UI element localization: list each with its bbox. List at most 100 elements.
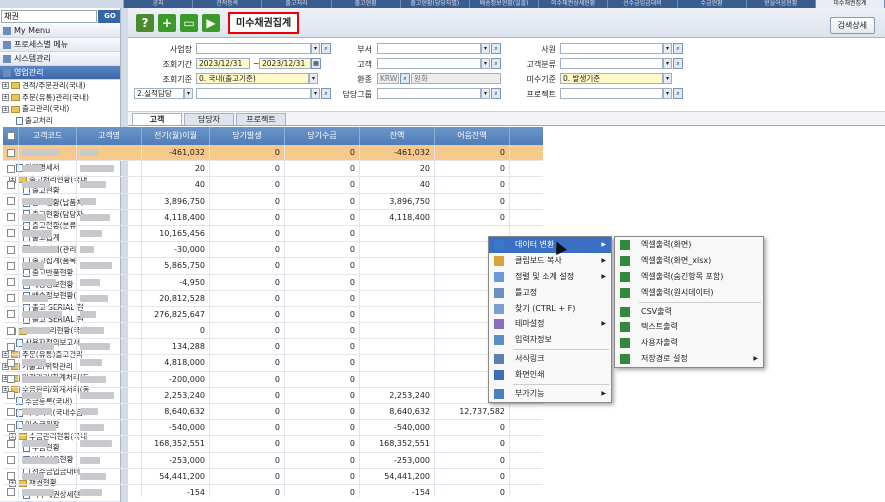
search-go-button[interactable]: GO (98, 9, 122, 23)
row-checkbox-cell[interactable] (3, 225, 19, 242)
tree-node[interactable]: ± 견적/주문관리(국내) (0, 80, 123, 92)
checkbox[interactable] (6, 245, 15, 254)
checkbox[interactable] (6, 213, 15, 222)
customer-name-cell[interactable] (77, 290, 142, 306)
grid-cell[interactable]: 12,737,582 (435, 404, 510, 420)
submenu-item[interactable]: 엑셀출력(화면_xlsx) (615, 253, 763, 269)
currency-code-input[interactable]: KRW (377, 73, 399, 84)
context-menu-item[interactable]: 테마설정 ▶ (489, 316, 611, 332)
checkbox[interactable] (6, 131, 15, 140)
grid-cell[interactable] (360, 323, 435, 339)
grid-cell[interactable]: -200,000 (142, 371, 210, 387)
grid-cell[interactable]: 0 (285, 306, 360, 323)
customer-code-cell[interactable] (19, 484, 77, 497)
table-row[interactable]: 168,352,551 0 0 168,352,551 0 (3, 436, 543, 453)
column-header[interactable]: 당기발생 (210, 127, 285, 145)
customer-code-cell[interactable] (19, 161, 77, 177)
table-row[interactable]: 134,288 0 0 (3, 339, 543, 356)
grid-cell[interactable]: 0 (210, 161, 285, 177)
customer-name-cell[interactable] (77, 161, 142, 177)
row-checkbox-cell[interactable] (3, 161, 19, 177)
grid-cell[interactable]: 8,640,632 (360, 404, 435, 420)
checkbox[interactable] (6, 326, 15, 335)
row-checkbox-cell[interactable] (3, 145, 19, 161)
grid-cell[interactable]: -253,000 (142, 452, 210, 468)
table-row[interactable]: -540,000 0 0 -540,000 0 (3, 420, 543, 437)
grid-cell[interactable]: 0 (285, 436, 360, 452)
menu-search-input[interactable] (1, 9, 97, 23)
sidebar-menu-1[interactable]: 프로세스별 메뉴 (0, 38, 123, 52)
grid-cell[interactable]: 0 (435, 452, 510, 468)
checkbox[interactable] (6, 456, 15, 465)
column-header[interactable]: 잔액 (360, 127, 435, 145)
table-row[interactable]: 10,165,456 0 0 (3, 225, 543, 243)
column-header[interactable]: 전기(월)이월 (142, 127, 210, 145)
customer-code-cell[interactable] (19, 177, 77, 193)
sidebar-menu-2[interactable]: 시스템관리 (0, 52, 123, 66)
currency-lookup-icon[interactable]: ⌕ (400, 73, 410, 84)
row-checkbox-cell[interactable] (3, 274, 19, 290)
customer-name-cell[interactable] (77, 404, 142, 420)
customer-name-cell[interactable] (77, 306, 142, 323)
grid-cell[interactable]: 0 (285, 145, 360, 161)
customer-name-cell[interactable] (77, 371, 142, 387)
checkbox[interactable] (6, 278, 15, 286)
grid-cell[interactable]: 0 (210, 177, 285, 193)
grid-cell[interactable] (360, 290, 435, 306)
tree-node[interactable]: ± 출고관리(국내) (0, 103, 123, 115)
tree-node[interactable]: 출고처리 (0, 115, 123, 127)
employee-dropdown[interactable]: ▾ (663, 43, 672, 54)
grid-cell[interactable] (360, 225, 435, 242)
grid-cell[interactable]: 0 (285, 225, 360, 242)
date-from-input[interactable]: 2023/12/31 (196, 58, 250, 69)
row-checkbox-cell[interactable] (3, 323, 19, 339)
table-row[interactable]: -4,950 0 0 (3, 274, 543, 291)
customer-class-input[interactable] (560, 58, 663, 69)
grid-cell[interactable]: 0 (210, 387, 285, 403)
checkbox[interactable] (6, 294, 15, 303)
receivable-basis-select[interactable]: 0. 발생기준 (560, 73, 663, 84)
tab-project[interactable]: 프로젝트 (236, 113, 286, 125)
grid-cell[interactable]: 0 (435, 145, 510, 161)
customer-name-cell[interactable] (77, 225, 142, 242)
customer-code-cell[interactable] (19, 436, 77, 452)
customer-code-cell[interactable] (19, 258, 77, 274)
window-tab[interactable]: 출고처리 (262, 0, 332, 8)
project-lookup-icon[interactable]: ⌕ (673, 88, 683, 99)
grid-cell[interactable]: 0 (210, 242, 285, 258)
grid-cell[interactable]: 0 (285, 371, 360, 387)
dept-input[interactable] (377, 43, 481, 54)
grid-cell[interactable]: 276,825,647 (142, 306, 210, 323)
grid-cell[interactable]: 0 (435, 161, 510, 177)
customer-code-cell[interactable] (19, 452, 77, 468)
row-checkbox-cell[interactable] (3, 306, 19, 323)
context-menu-item[interactable]: 클립보드 복사 ▶ (489, 253, 611, 269)
checkbox[interactable] (6, 164, 15, 173)
window-icon[interactable]: ▭ (180, 13, 198, 32)
context-menu-item[interactable]: 서식링크 (489, 351, 611, 367)
column-header[interactable]: 당기수금 (285, 127, 360, 145)
grid-cell[interactable]: 0 (210, 339, 285, 355)
grid-cell[interactable]: 8,640,632 (142, 404, 210, 420)
context-menu-item[interactable]: 부가기능 ▶ (489, 386, 611, 402)
grid-cell[interactable]: 54,441,200 (360, 468, 435, 484)
grid-cell[interactable]: 3,896,750 (360, 193, 435, 209)
grid-cell[interactable]: 0 (210, 225, 285, 242)
window-tab[interactable]: 배송정보현황(일괄) (470, 0, 540, 8)
grid-cell[interactable]: 0 (210, 484, 285, 497)
table-row[interactable]: 276,825,647 0 0 (3, 306, 543, 324)
checkbox[interactable] (6, 358, 15, 367)
customer-name-cell[interactable] (77, 436, 142, 452)
customer-name-cell[interactable] (77, 258, 142, 274)
window-tab[interactable]: 미수채권집계 (815, 0, 885, 8)
table-row[interactable]: 2,253,240002,253,2400 (3, 387, 543, 404)
grid-cell[interactable]: -4,950 (142, 274, 210, 290)
grid-cell[interactable] (360, 355, 435, 371)
window-tab[interactable]: 출고현황 (332, 0, 401, 8)
row-checkbox-cell[interactable] (3, 468, 19, 484)
customer-name-cell[interactable] (77, 177, 142, 193)
grid-cell[interactable]: 0 (285, 177, 360, 193)
customer-name-cell[interactable] (77, 452, 142, 468)
row-checkbox-cell[interactable] (3, 339, 19, 355)
row-checkbox-cell[interactable] (3, 387, 19, 403)
